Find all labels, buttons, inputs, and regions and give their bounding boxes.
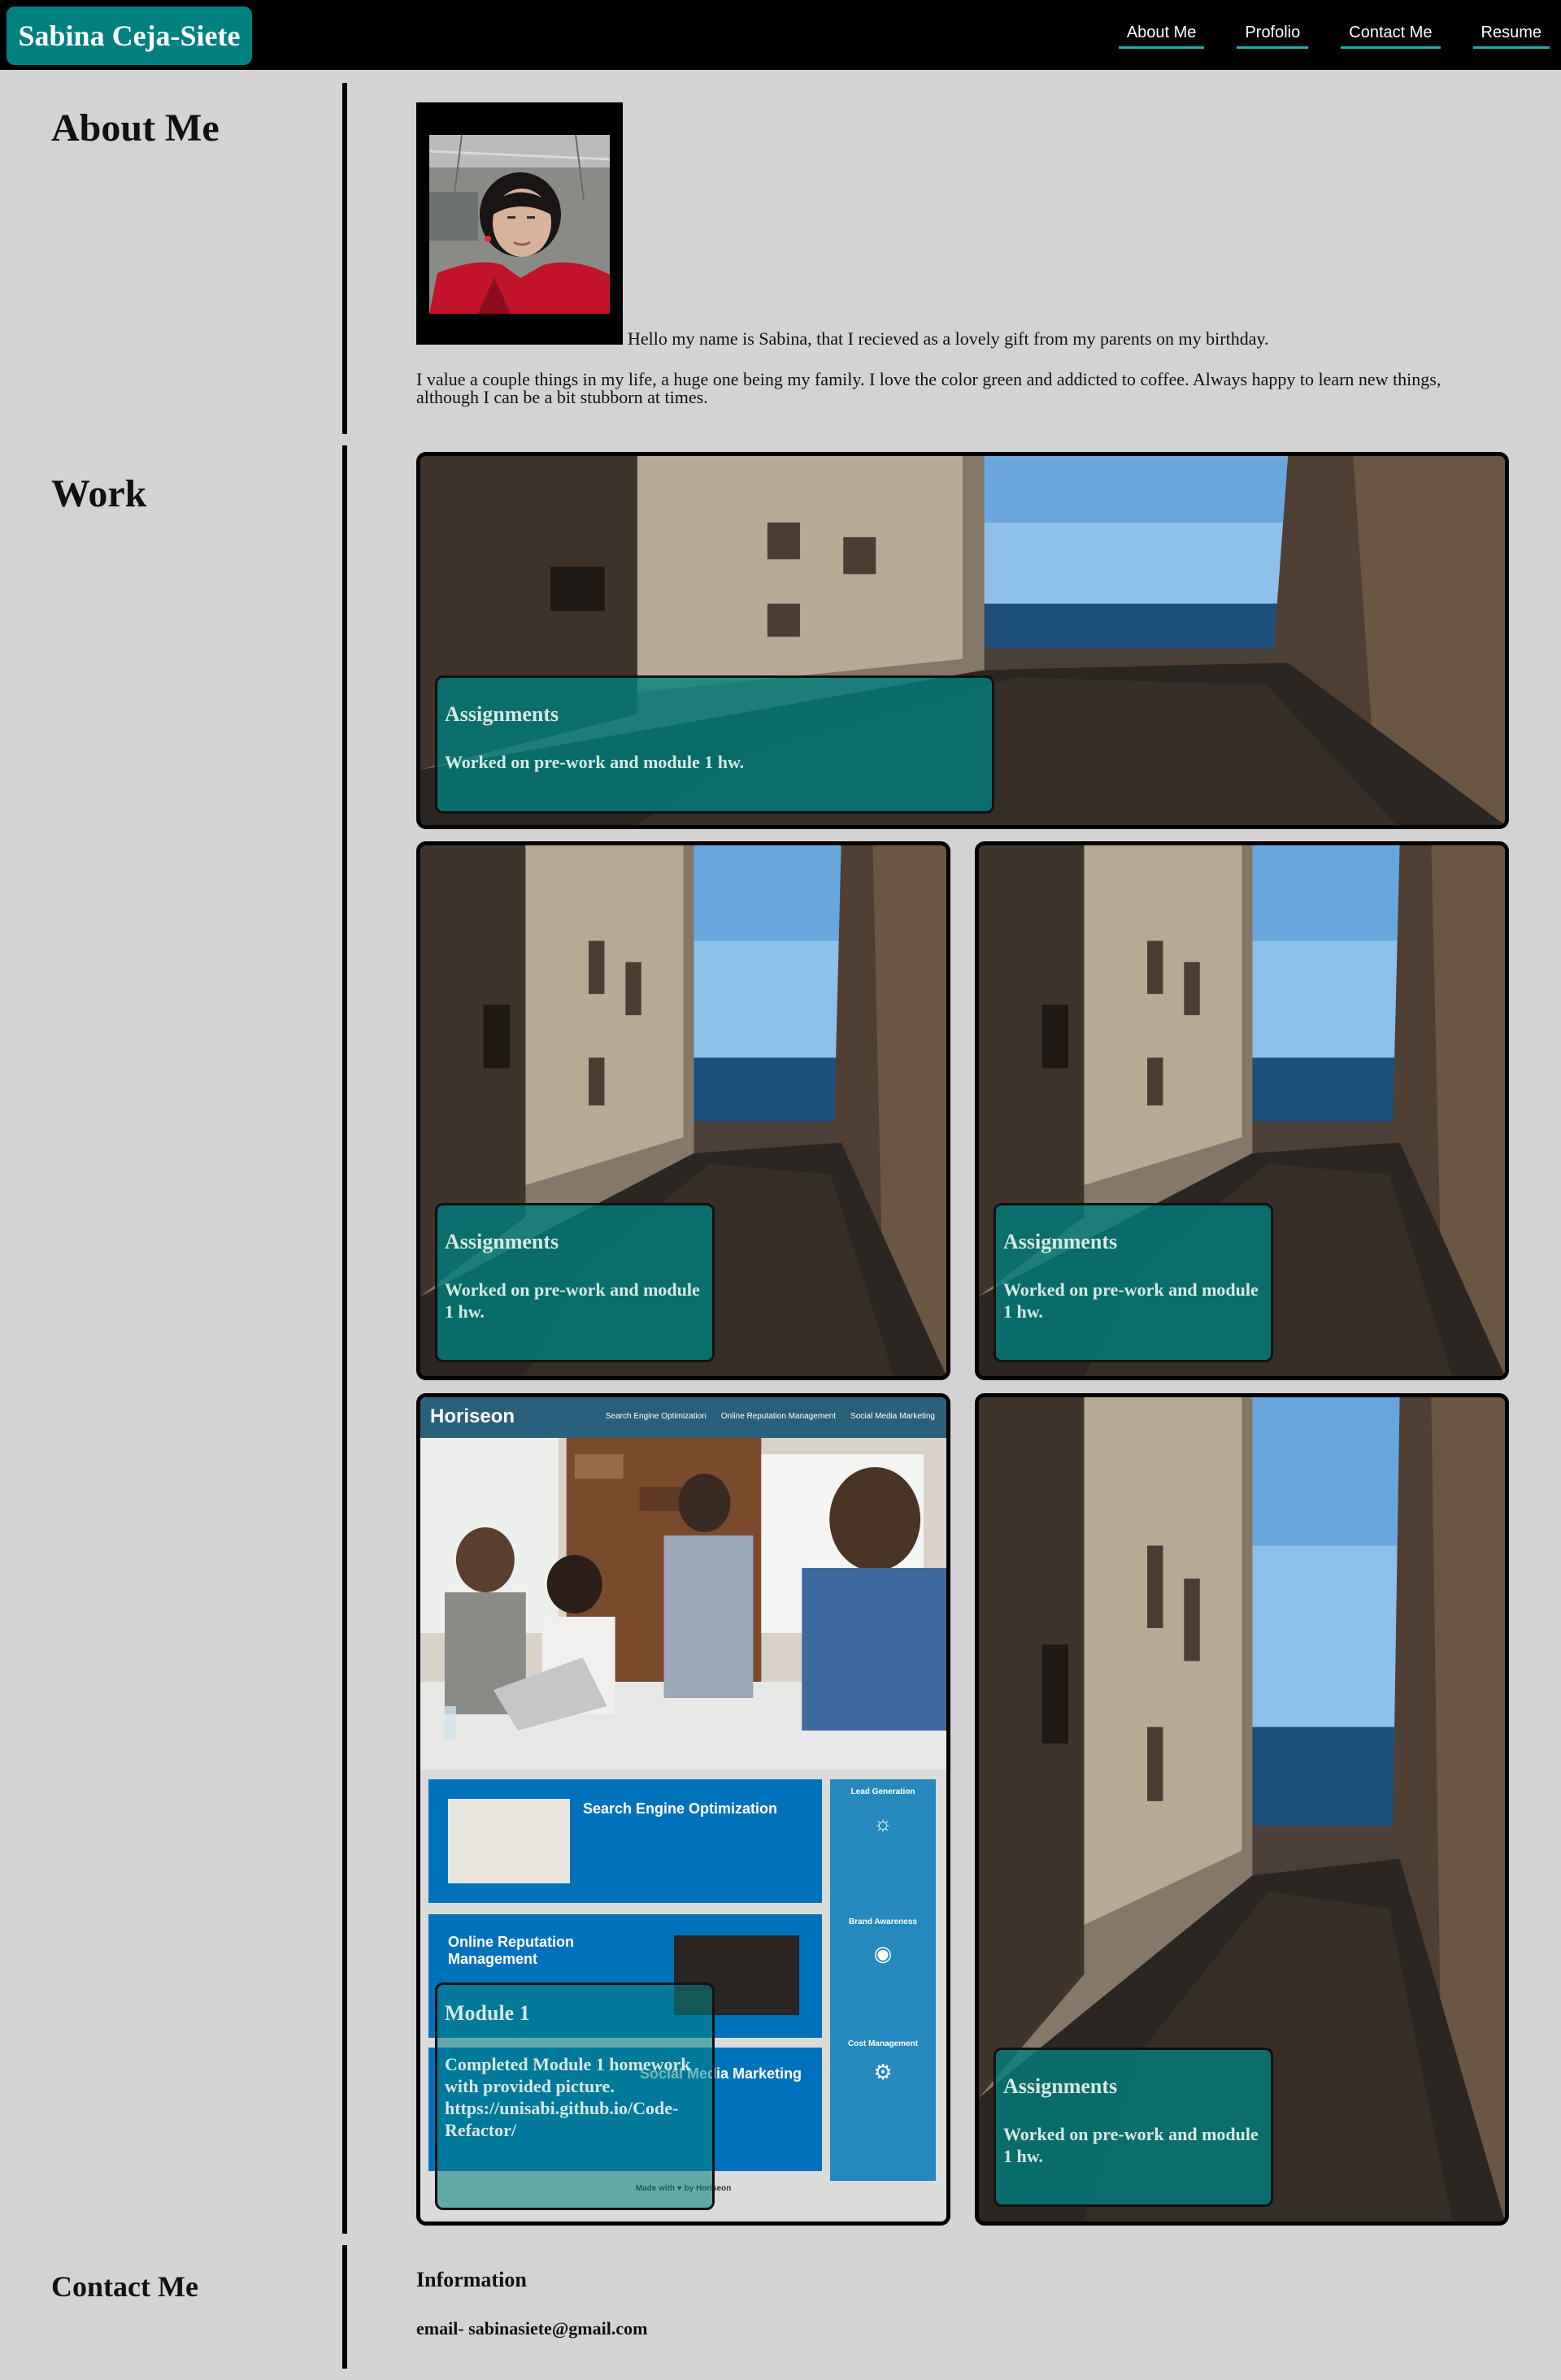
card-text: Worked on pre-work and module 1 hw. [445, 752, 745, 772]
work-card[interactable]: Assignments Worked on pre-work and modul… [416, 452, 1509, 829]
about-intro-text: Hello my name is Sabina, that I recieved… [628, 328, 1269, 349]
work-card-horiseon[interactable]: Horiseon Search Engine Optimization Onli… [416, 1393, 950, 2226]
gear-icon: ⚙ [873, 2060, 893, 2084]
horiseon-seo-image [448, 1799, 570, 1883]
about-section-title: About Me [51, 106, 220, 150]
horiseon-sidebar: Lead Generation ☼ Brand Awareness ◉ Cost… [830, 1779, 936, 2181]
card-text: Worked on pre-work and module 1 hw. [445, 1279, 700, 1322]
card-caption: Assignments Worked on pre-work and modul… [435, 1203, 715, 1362]
horiseon-seo-box: Search Engine Optimization [428, 1779, 822, 1903]
card-caption: Assignments Worked on pre-work and modul… [994, 1203, 1273, 1362]
horiseon-seo-title: Search Engine Optimization [583, 1800, 778, 1817]
card-caption: Assignments Worked on pre-work and modul… [435, 675, 994, 814]
card-text: Worked on pre-work and module 1 hw. [1003, 2124, 1259, 2166]
horiseon-side-heading: Cost Management [847, 2039, 919, 2048]
work-card[interactable]: Assignments Worked on pre-work and modul… [416, 841, 950, 1380]
brand-logo[interactable]: Sabina Ceja-Siete [7, 7, 252, 65]
work-section-title: Work [51, 472, 147, 515]
nav-link-contact-me[interactable]: Contact Me [1341, 22, 1441, 49]
contact-email[interactable]: email- sabinasiete@gmail.com [416, 2318, 647, 2339]
about-paragraph: I value a couple things in my life, a hu… [416, 369, 1441, 407]
horiseon-nav-item: Online Reputation Management [720, 1412, 837, 1421]
work-card[interactable]: Assignments Worked on pre-work and modul… [975, 841, 1509, 1380]
nav-link-resume[interactable]: Resume [1472, 22, 1550, 49]
about-divider [342, 83, 347, 434]
contact-info-heading: Information [416, 2268, 527, 2291]
card-title: Assignments [445, 1230, 559, 1253]
horiseon-orm-title: Online Reputation Management [448, 1934, 574, 1967]
horiseon-hero-image [420, 1438, 946, 1770]
site-header: Sabina Ceja-Siete About Me Profolio Cont… [0, 0, 1561, 70]
nav-link-about-me[interactable]: About Me [1118, 22, 1205, 49]
horiseon-logo: Horiseon [430, 1405, 515, 1427]
main-nav: About Me Profolio Contact Me Resume [1098, 0, 1561, 70]
avatar [429, 135, 610, 314]
card-text: Completed Module 1 homework with provide… [445, 2054, 691, 2140]
card-caption: Module 1 Completed Module 1 homework wit… [435, 1983, 715, 2210]
work-card[interactable]: Assignments Worked on pre-work and modul… [975, 1393, 1509, 2226]
contact-divider [342, 2245, 347, 2369]
work-divider [342, 445, 347, 2234]
horiseon-nav: Search Engine Optimization Online Reputa… [606, 1412, 935, 1421]
horiseon-side-heading: Brand Awareness [849, 1917, 917, 1926]
nav-link-portfolio[interactable]: Profolio [1237, 22, 1309, 49]
card-title: Assignments [1003, 2074, 1118, 2098]
card-title: Assignments [1003, 1230, 1118, 1253]
horiseon-header: Horiseon Search Engine Optimization Onli… [420, 1397, 946, 1438]
horiseon-nav-item: Search Engine Optimization [605, 1412, 707, 1421]
lightbulb-icon: ☼ [873, 1811, 893, 1835]
card-text: Worked on pre-work and module 1 hw. [1003, 1279, 1259, 1322]
horiseon-nav-item: Social Media Marketing [850, 1412, 935, 1421]
broadcast-icon: ◉ [873, 1941, 893, 1965]
card-title: Assignments [445, 702, 559, 726]
card-caption: Assignments Worked on pre-work and modul… [994, 2048, 1273, 2207]
horiseon-side-heading: Lead Generation [850, 1787, 915, 1796]
contact-section-title: Contact Me [51, 2270, 198, 2303]
card-title: Module 1 [445, 2001, 530, 2025]
